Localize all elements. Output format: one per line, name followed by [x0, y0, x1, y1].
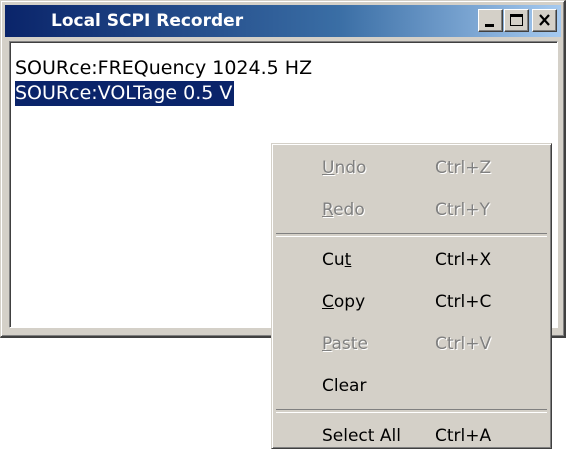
menu-item-undo[interactable]: Undo Ctrl+Z: [274, 147, 549, 189]
menu-item-shortcut: Ctrl+C: [435, 292, 492, 312]
menu-item-label: Cut: [322, 250, 352, 270]
menu-item-shortcut: Ctrl+A: [435, 426, 492, 446]
window-controls: [478, 9, 557, 32]
maximize-button[interactable]: [504, 9, 529, 32]
menu-item-cut[interactable]: Cut Ctrl+X: [274, 239, 549, 281]
menu-item-label: Redo: [322, 200, 365, 220]
scpi-command-text: SOURce:FREQuency 1024.5 HZ: [15, 57, 313, 79]
menu-item-label: Paste: [322, 334, 368, 354]
title-bar[interactable]: Local SCPI Recorder: [5, 5, 561, 37]
menu-item-label: Undo: [322, 158, 367, 178]
menu-item-shortcut: Ctrl+Z: [435, 158, 492, 178]
window-title: Local SCPI Recorder: [51, 11, 244, 31]
menu-item-label: Select All: [322, 426, 401, 446]
menu-item-shortcut: Ctrl+Y: [435, 200, 490, 220]
menu-item-copy[interactable]: Copy Ctrl+C: [274, 281, 549, 323]
close-icon: [539, 14, 550, 26]
selected-text: SOURce:VOLTage 0.5 V: [15, 81, 235, 106]
menu-item-label: Copy: [322, 292, 366, 312]
minimize-button[interactable]: [478, 9, 503, 32]
menu-separator: [276, 233, 547, 237]
menu-separator: [276, 409, 547, 413]
menu-item-shortcut: Ctrl+V: [435, 334, 492, 354]
menu-item-redo[interactable]: Redo Ctrl+Y: [274, 189, 549, 231]
scpi-command-line: SOURce:FREQuency 1024.5 HZ: [15, 56, 557, 81]
menu-item-clear[interactable]: Clear: [274, 365, 549, 407]
menu-item-shortcut: Ctrl+X: [435, 250, 492, 270]
maximize-icon: [510, 14, 523, 26]
context-menu: Undo Ctrl+Z Redo Ctrl+Y Cut Ctrl+X Copy …: [271, 143, 552, 449]
menu-item-label: Clear: [322, 376, 367, 396]
minimize-icon: [485, 24, 494, 27]
close-button[interactable]: [532, 9, 557, 32]
menu-item-paste[interactable]: Paste Ctrl+V: [274, 323, 549, 365]
scpi-command-line-selected: SOURce:VOLTage 0.5 V: [15, 81, 557, 106]
